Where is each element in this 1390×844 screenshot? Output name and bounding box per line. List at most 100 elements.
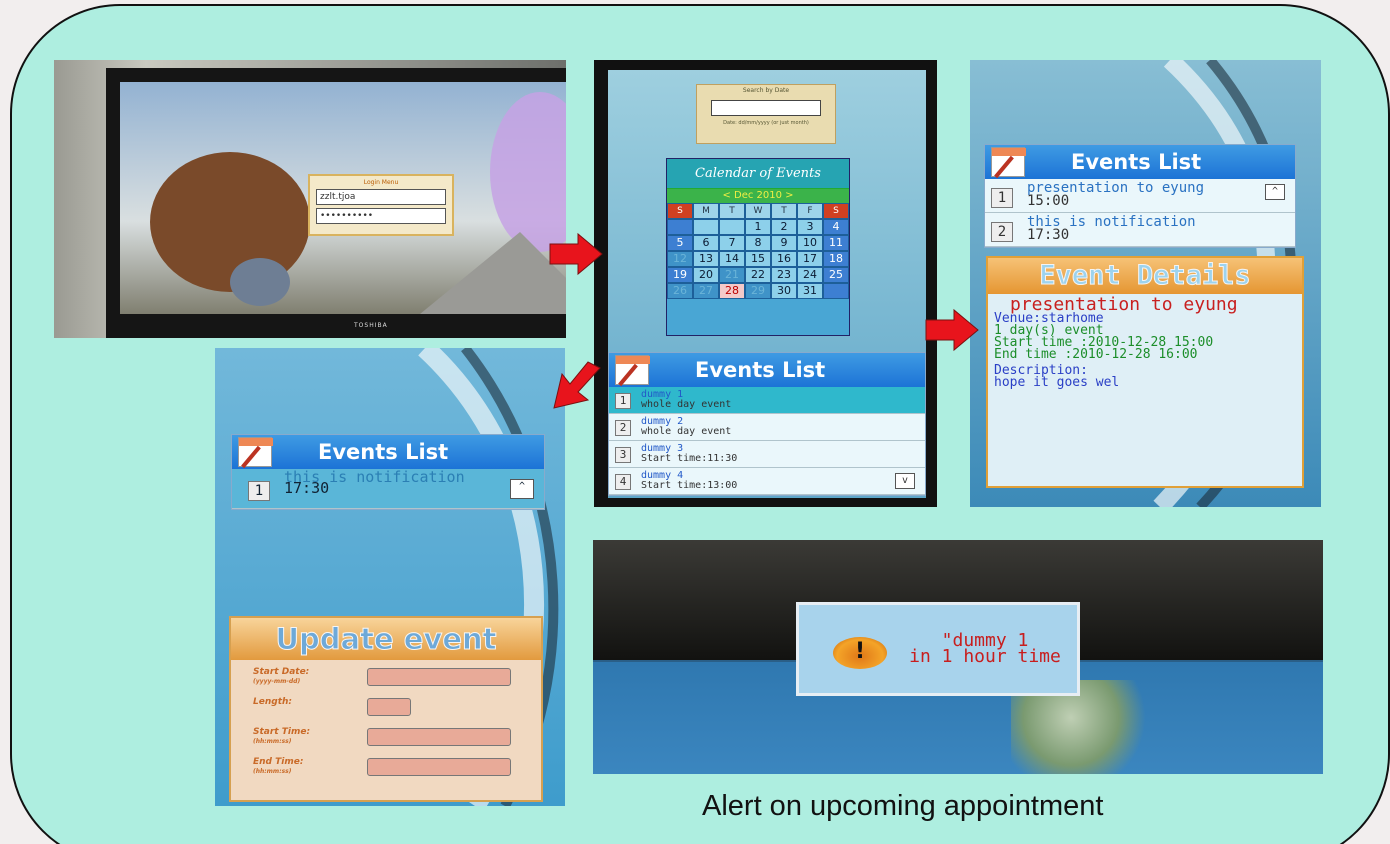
calendar-day[interactable]: 1 xyxy=(745,219,771,235)
calendar-day[interactable]: 13 xyxy=(693,251,719,267)
calendar-day[interactable]: 31 xyxy=(797,283,823,299)
login-menu: Login Menu zzlt.tjoa •••••••••• xyxy=(308,174,454,236)
calendar-day[interactable]: 27 xyxy=(693,283,719,299)
calendar-day[interactable]: 2 xyxy=(771,219,797,235)
calendar-day[interactable]: 3 xyxy=(797,219,823,235)
weekday-header: F xyxy=(797,203,823,219)
item-detail: Start time:13:00 xyxy=(641,480,738,491)
username-field[interactable]: zzlt.tjoa xyxy=(316,189,446,205)
calendar-day[interactable] xyxy=(719,219,745,235)
item-detail: whole day event xyxy=(641,426,732,437)
list-item[interactable]: 2 dummy 2 whole day event xyxy=(609,414,925,441)
list-item[interactable]: 3 dummy 3 Start time:11:30 xyxy=(609,441,925,468)
calendar-day[interactable]: 4 xyxy=(823,219,849,235)
item-time: 17:30 xyxy=(1027,227,1070,243)
weekday-header: T xyxy=(719,203,745,219)
scroll-up-button[interactable]: ^ xyxy=(510,479,534,499)
item-number: 1 xyxy=(615,393,631,409)
calendar-day[interactable]: 11 xyxy=(823,235,849,251)
calendar-day[interactable]: 10 xyxy=(797,235,823,251)
calendar: Calendar of Events < Dec 2010 > SMTWTFS1… xyxy=(666,158,850,336)
warning-icon: ! xyxy=(833,637,887,669)
start-time-row: Start Time: (hh:mm:ss) xyxy=(231,726,541,750)
calendar-icon xyxy=(238,437,273,467)
scroll-down-button[interactable]: v xyxy=(895,473,915,489)
events-list-right: Events List 1 presentation to eyung 15:0… xyxy=(984,144,1296,248)
calendar-day[interactable]: 26 xyxy=(667,283,693,299)
search-date-input[interactable] xyxy=(711,100,821,116)
item-detail: Start time:11:30 xyxy=(641,453,738,464)
calendar-title: Calendar of Events xyxy=(667,159,849,189)
calendar-day[interactable]: 6 xyxy=(693,235,719,251)
calendar-day[interactable] xyxy=(693,219,719,235)
calendar-day[interactable]: 9 xyxy=(771,235,797,251)
arrow-right-icon xyxy=(925,308,979,352)
calendar-icon xyxy=(991,147,1026,177)
calendar-day[interactable]: 7 xyxy=(719,235,745,251)
length-row: Length: xyxy=(231,696,541,720)
calendar-day[interactable]: 16 xyxy=(771,251,797,267)
calendar-day[interactable]: 25 xyxy=(823,267,849,283)
event-details-photo: Events List 1 presentation to eyung 15:0… xyxy=(970,60,1321,507)
calendar-day[interactable]: 23 xyxy=(771,267,797,283)
item-time: 15:00 xyxy=(1027,193,1070,209)
alert-line-2: in 1 hour time xyxy=(909,646,1061,667)
event-end: End time :2010-12-28 16:00 xyxy=(994,347,1198,362)
item-number: 3 xyxy=(615,447,631,463)
item-detail: whole day event xyxy=(641,399,732,410)
calendar-day[interactable]: 18 xyxy=(823,251,849,267)
item-number: 2 xyxy=(615,420,631,436)
events-list-title: Events List xyxy=(695,358,826,382)
events-list-bottom: Events List 1 this is notification 17:30… xyxy=(231,434,545,510)
arrow-down-left-icon xyxy=(553,361,601,409)
calendar-day[interactable]: 29 xyxy=(745,283,771,299)
event-description: hope it goes wel xyxy=(994,375,1120,390)
calendar-day[interactable] xyxy=(823,283,849,299)
update-event-header: Update event xyxy=(231,618,541,660)
calendar-day[interactable]: 14 xyxy=(719,251,745,267)
calendar-day[interactable]: 17 xyxy=(797,251,823,267)
start-time-input[interactable] xyxy=(367,728,511,746)
events-list-title: Events List xyxy=(1071,150,1202,174)
end-time-input[interactable] xyxy=(367,758,511,776)
field-label: End Time: (hh:mm:ss) xyxy=(253,757,304,776)
start-date-input[interactable] xyxy=(367,668,511,686)
calendar-day[interactable]: 21 xyxy=(719,267,745,283)
length-input[interactable] xyxy=(367,698,411,716)
list-item[interactable]: 1 presentation to eyung 15:00 ^ xyxy=(985,179,1295,213)
field-label: Start Time: (hh:mm:ss) xyxy=(253,727,311,746)
calendar-day[interactable]: 19 xyxy=(667,267,693,283)
calendar-day[interactable]: 5 xyxy=(667,235,693,251)
event-details-panel: Event Details presentation to eyung Venu… xyxy=(986,256,1304,488)
calendar-day[interactable]: 28 xyxy=(719,283,745,299)
search-by-date-panel: Search by Date Date: dd/mm/yyyy (or just… xyxy=(696,84,836,144)
password-field[interactable]: •••••••••• xyxy=(316,208,446,224)
list-item[interactable]: 1 dummy 1 whole day event xyxy=(609,387,925,414)
update-event-panel: Update event Start Date: (yyyy-mm-dd) Len… xyxy=(229,616,543,802)
calendar-screen: Search by Date Date: dd/mm/yyyy (or just… xyxy=(608,70,926,498)
calendar-icon xyxy=(615,355,650,385)
item-number: 2 xyxy=(991,222,1013,242)
weekday-header: S xyxy=(823,203,849,219)
item-number: 4 xyxy=(615,474,631,490)
calendar-day[interactable]: 24 xyxy=(797,267,823,283)
calendar-screen-photo: Search by Date Date: dd/mm/yyyy (or just… xyxy=(594,60,937,507)
calendar-day[interactable] xyxy=(667,219,693,235)
calendar-day[interactable]: 30 xyxy=(771,283,797,299)
weekday-header: S xyxy=(667,203,693,219)
events-list-title: Events List xyxy=(318,440,449,464)
calendar-day[interactable]: 22 xyxy=(745,267,771,283)
event-details-header: Event Details xyxy=(988,258,1302,294)
list-item[interactable]: 2 this is notification 17:30 xyxy=(985,213,1295,247)
scroll-up-button[interactable]: ^ xyxy=(1265,184,1285,200)
list-item[interactable]: 4 dummy 4 Start time:13:00 v xyxy=(609,468,925,495)
tv-login-photo: Login Menu zzlt.tjoa •••••••••• TOSHIBA xyxy=(54,60,566,338)
calendar-day[interactable]: 15 xyxy=(745,251,771,267)
list-item[interactable]: 1 this is notification 17:30 ^ xyxy=(232,469,544,509)
calendar-day[interactable]: 12 xyxy=(667,251,693,267)
caption: Alert on upcoming appointment xyxy=(702,790,1104,822)
calendar-day[interactable]: 8 xyxy=(745,235,771,251)
calendar-day[interactable]: 20 xyxy=(693,267,719,283)
calendar-month-nav[interactable]: < Dec 2010 > xyxy=(667,189,849,203)
events-list-header: Events List xyxy=(232,435,544,469)
